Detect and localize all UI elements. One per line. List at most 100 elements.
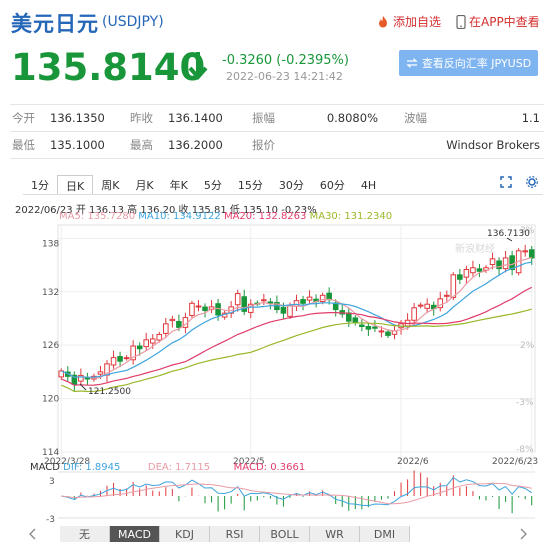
candle-body [326,292,332,301]
macd-y-tick: 3 [49,477,55,487]
annotation-leader [79,383,87,391]
low-annotation: 121.2500 [88,387,131,397]
tab-30min[interactable]: 30分 [271,175,312,195]
add-favorite-button[interactable]: 添加自选 [376,13,441,30]
ma30-line [61,308,532,393]
ma10-line [61,261,532,378]
indicator-wr[interactable]: WR [310,526,360,542]
x-tick-label: 2022/6/23 [492,457,538,467]
candle-body [261,299,267,302]
amplitude-value: 0.8080% [290,104,382,132]
candle-body [65,371,71,377]
indicator-boll[interactable]: BOLL [260,526,310,542]
candle-body [130,345,136,361]
candle-body [372,326,378,329]
settings-icon[interactable] [526,176,538,188]
tab-yearly[interactable]: 年K [162,175,196,195]
flame-icon [379,15,387,27]
dea-legend: DEA: 1.7115 [147,462,211,473]
tab-monthly[interactable]: 月K [127,175,161,195]
ma5-line [67,256,532,379]
candle-body [319,294,326,303]
candle-body [509,255,515,271]
candle-body [483,267,489,271]
open-label: 今开 [10,104,50,132]
candle-body [437,298,444,309]
current-price: 135.8140 [11,46,206,89]
quoter-value: Windsor Brokers [382,131,544,159]
candle-body [71,374,78,385]
candle-body [110,357,117,366]
chart-toolbar [500,176,538,188]
candle-body [293,300,300,307]
low-value: 135.1000 [50,131,128,159]
dif-line [61,476,532,507]
y-tick-label: 132 [42,288,59,298]
chevron-left-icon[interactable] [28,528,38,540]
prev-close-label: 昨收 [128,104,168,132]
candle-body [365,325,372,330]
page-title: 美元日元 [11,12,99,36]
candle-body [489,258,496,266]
candle-body [444,294,450,297]
symbol-code: (USDJPY) [102,14,164,30]
tab-1min[interactable]: 1分 [23,175,57,195]
candle-body [450,274,457,298]
add-favorite-label: 添加自选 [393,15,442,29]
candle-body [339,310,346,315]
candle-body [176,320,182,328]
candle-body [287,304,293,317]
tab-15min[interactable]: 15分 [230,175,271,195]
pct-tick-label: 3% [520,226,535,236]
watermark: 新浪财经 [455,242,495,255]
candle-body [195,305,202,308]
indicator-macd[interactable]: MACD [110,526,160,542]
tab-daily[interactable]: 日K [57,175,94,195]
candle-body [332,302,339,311]
tab-5min[interactable]: 5分 [196,175,230,195]
table-row: 最低 135.1000 最高 136.2000 报价 Windsor Broke… [10,131,544,159]
candle-body [104,363,110,376]
tab-60min[interactable]: 60分 [312,175,353,195]
candle-body [247,303,254,313]
wave-label: 波幅 [382,104,442,132]
indicator-dmi[interactable]: DMI [360,526,410,542]
candle-body [78,374,84,382]
reverse-rate-button[interactable]: 查看反向汇率 JPYUSD [399,50,538,76]
candle-body [457,274,463,280]
x-tick-label: 2022/6 [397,457,429,467]
candle-body [156,333,163,341]
period-tabs: 1分 日K 周K 月K 年K 5分 15分 30分 60分 4H [23,175,384,195]
tab-4h[interactable]: 4H [353,175,384,195]
indicator-none[interactable]: 无 [60,526,110,542]
candle-body [267,301,274,304]
candle-body [228,306,234,314]
dea-line [61,482,532,505]
indicator-kdj[interactable]: KDJ [160,526,210,542]
candle-body [300,299,306,304]
candle-body [234,293,241,306]
candle-body [97,371,104,375]
candle-body [470,267,476,274]
high-label: 最高 [128,131,168,159]
fullscreen-icon[interactable] [500,176,512,188]
view-in-app-button[interactable]: 在APP中查看 [456,13,540,30]
candle-body [502,257,509,270]
swap-icon [406,58,418,68]
indicator-rsi[interactable]: RSI [210,526,260,542]
candle-body [189,302,195,316]
chevron-right-icon[interactable] [518,528,528,540]
reverse-rate-label: 查看反向汇率 JPYUSD [421,57,532,70]
phone-icon [456,14,466,29]
quote-stats-table: 今开 136.1350 昨收 136.1400 振幅 0.8080% 波幅 1.… [10,104,544,159]
arrow-down-icon [188,52,208,80]
candle-body [496,260,502,270]
pct-tick-label: 2% [520,341,535,351]
tab-weekly[interactable]: 周K [93,175,127,195]
candle-body [143,339,149,348]
amplitude-label: 振幅 [250,104,290,132]
high-annotation: 136.7130 [487,229,530,239]
macd-title: MACD [30,462,60,473]
ma-legend: MA5: 135.7280 MA10: 134.9122 MA20: 132.8… [59,211,392,222]
y-tick-label: 114 [42,448,59,458]
